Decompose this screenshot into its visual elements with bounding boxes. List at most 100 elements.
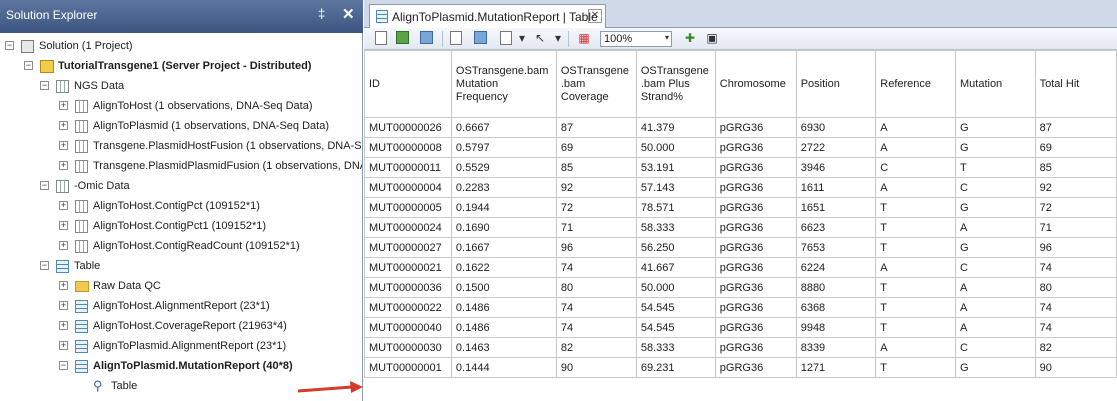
table-cell[interactable]: 0.1667 — [450, 237, 557, 258]
table-cell[interactable]: G — [954, 357, 1036, 378]
table-row[interactable]: MUT00000026 0.6667 87 41.379 pGRG36 6930 A G 87 — [364, 117, 1117, 138]
table-cell[interactable]: pGRG36 — [714, 297, 797, 318]
table-cell[interactable]: T — [954, 157, 1036, 178]
expand-icon[interactable]: + — [59, 221, 68, 230]
table-cell[interactable]: 69 — [1034, 137, 1117, 158]
table-cell[interactable]: G — [954, 117, 1036, 138]
tree-item[interactable]: + Transgene.PlasmidPlasmidFusion (1 obser… — [0, 157, 362, 175]
tree-item[interactable]: − Solution (1 Project) — [0, 37, 362, 55]
table-cell[interactable]: 74 — [555, 317, 637, 338]
table-cell[interactable]: T — [875, 317, 956, 338]
close-icon[interactable]: ✕ — [342, 5, 355, 23]
table-cell[interactable]: 96 — [555, 237, 637, 258]
table-cell[interactable]: 80 — [1034, 277, 1117, 298]
save-icon[interactable] — [420, 31, 433, 44]
tree-item[interactable]: + Transgene.PlasmidHostFusion (1 observat… — [0, 137, 362, 155]
table-cell[interactable]: pGRG36 — [714, 317, 797, 338]
table-cell[interactable]: A — [875, 177, 956, 198]
table-cell[interactable]: 50.000 — [635, 277, 716, 298]
table-cell[interactable]: A — [954, 297, 1036, 318]
table-cell[interactable]: MUT00000040 — [364, 317, 452, 338]
table-cell[interactable]: 78.571 — [635, 197, 716, 218]
expand-icon[interactable]: + — [59, 281, 68, 290]
tree-item[interactable]: − AlignToPlasmid.MutationReport (40*8) — [0, 357, 362, 375]
table-row[interactable]: MUT00000005 0.1944 72 78.571 pGRG36 1651 T G 72 — [364, 197, 1117, 218]
table-cell[interactable]: 85 — [555, 157, 637, 178]
table-cell[interactable]: 2722 — [795, 137, 877, 158]
table-row[interactable]: MUT00000004 0.2283 92 57.143 pGRG36 1611 A C 92 — [364, 177, 1117, 198]
table-cell[interactable]: T — [875, 277, 956, 298]
page-icon[interactable] — [500, 31, 512, 45]
expand-icon[interactable]: + — [59, 121, 68, 130]
column-header[interactable]: Reference — [875, 50, 956, 118]
table-cell[interactable]: G — [954, 237, 1036, 258]
column-header[interactable]: OSTransgene .bam Coverage — [555, 50, 637, 118]
tree-item[interactable]: + AlignToHost (1 observations, DNA-Seq Da… — [0, 97, 362, 115]
collapse-icon[interactable]: − — [24, 61, 33, 70]
table-cell[interactable]: MUT00000024 — [364, 217, 452, 238]
table-cell[interactable]: 85 — [1034, 157, 1117, 178]
table-cell[interactable]: pGRG36 — [714, 257, 797, 278]
table-cell[interactable]: A — [875, 337, 956, 358]
column-header[interactable]: ID — [364, 50, 452, 118]
filter-icon[interactable]: ▦ — [576, 31, 592, 46]
tree-item[interactable]: + AlignToHost.ContigPct (109152*1) — [0, 197, 362, 215]
table-cell[interactable]: 87 — [555, 117, 637, 138]
table-cell[interactable]: 92 — [1034, 177, 1117, 198]
table-cell[interactable]: 3946 — [795, 157, 877, 178]
table-cell[interactable]: 96 — [1034, 237, 1117, 258]
column-header[interactable]: OSTransgene .bam Plus Strand% — [635, 50, 716, 118]
table-row[interactable]: MUT00000008 0.5797 69 50.000 pGRG36 2722 A G 69 — [364, 137, 1117, 158]
expand-icon[interactable]: + — [59, 241, 68, 250]
table-cell[interactable]: 9948 — [795, 317, 877, 338]
table-cell[interactable]: MUT00000005 — [364, 197, 452, 218]
table-cell[interactable]: 74 — [555, 257, 637, 278]
table-row[interactable]: MUT00000001 0.1444 90 69.231 pGRG36 1271 T G 90 — [364, 357, 1117, 378]
table-cell[interactable]: MUT00000030 — [364, 337, 452, 358]
expand-icon[interactable]: + — [59, 101, 68, 110]
grid-view-icon[interactable] — [474, 31, 487, 44]
table-cell[interactable]: 90 — [1034, 357, 1117, 378]
table-row[interactable]: MUT00000040 0.1486 74 54.545 pGRG36 9948 T A 74 — [364, 317, 1117, 338]
table-cell[interactable]: 0.1944 — [450, 197, 557, 218]
table-cell[interactable]: A — [875, 257, 956, 278]
table-cell[interactable]: A — [954, 277, 1036, 298]
table-row[interactable]: MUT00000030 0.1463 82 58.333 pGRG36 8339 A C 82 — [364, 337, 1117, 358]
table-cell[interactable]: 54.545 — [635, 317, 716, 338]
table-cell[interactable]: 0.1486 — [450, 317, 557, 338]
table-cell[interactable]: MUT00000026 — [364, 117, 452, 138]
table-row[interactable]: MUT00000027 0.1667 96 56.250 pGRG36 7653 T G 96 — [364, 237, 1117, 258]
table-cell[interactable]: 6623 — [795, 217, 877, 238]
column-header[interactable]: Total Hit — [1034, 50, 1117, 118]
expand-icon[interactable]: + — [59, 301, 68, 310]
table-cell[interactable]: pGRG36 — [714, 157, 797, 178]
table-cell[interactable]: T — [875, 357, 956, 378]
table-cell[interactable]: 74 — [1034, 317, 1117, 338]
export-excel-icon[interactable] — [396, 31, 409, 44]
fit-to-window-icon[interactable]: ▣ — [704, 31, 720, 46]
table-cell[interactable]: C — [954, 177, 1036, 198]
tree-item[interactable]: + AlignToHost.ContigPct1 (109152*1) — [0, 217, 362, 235]
table-cell[interactable]: G — [954, 137, 1036, 158]
zoom-in-icon[interactable]: ✚ — [682, 31, 698, 46]
table-cell[interactable]: 0.1486 — [450, 297, 557, 318]
table-cell[interactable]: A — [875, 137, 956, 158]
table-cell[interactable]: MUT00000021 — [364, 257, 452, 278]
table-cell[interactable]: T — [875, 197, 956, 218]
copy-icon[interactable] — [450, 31, 462, 45]
expand-icon[interactable]: + — [59, 141, 68, 150]
table-cell[interactable]: MUT00000004 — [364, 177, 452, 198]
column-header[interactable]: Position — [795, 50, 877, 118]
table-cell[interactable]: T — [875, 297, 956, 318]
table-cell[interactable]: 0.6667 — [450, 117, 557, 138]
tree-item[interactable]: − NGS Data — [0, 77, 362, 95]
table-cell[interactable]: 87 — [1034, 117, 1117, 138]
collapse-icon[interactable]: − — [40, 261, 49, 270]
table-cell[interactable]: MUT00000001 — [364, 357, 452, 378]
table-row[interactable]: MUT00000036 0.1500 80 50.000 pGRG36 8880 T A 80 — [364, 277, 1117, 298]
table-cell[interactable]: 71 — [555, 217, 637, 238]
expand-icon[interactable]: + — [59, 161, 68, 170]
column-header[interactable]: Mutation — [954, 50, 1036, 118]
table-cell[interactable]: 72 — [1034, 197, 1117, 218]
table-cell[interactable]: 58.333 — [635, 337, 716, 358]
